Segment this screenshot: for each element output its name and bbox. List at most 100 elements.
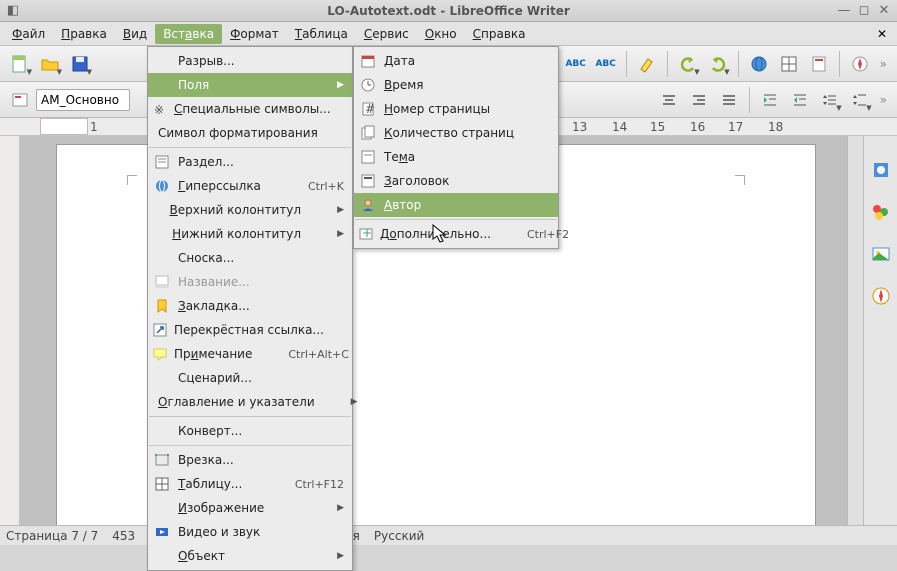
hyperlink-button[interactable] <box>745 50 773 78</box>
insert-item: Название... <box>148 270 352 294</box>
menu-item-label: Сноска... <box>178 251 344 265</box>
insert-item[interactable]: Оглавление и указатели▶ <box>148 390 352 414</box>
fields-item[interactable]: Тема <box>354 145 558 169</box>
menu-вид[interactable]: Вид <box>115 24 155 44</box>
more-icon: + <box>358 224 374 244</box>
blank-icon <box>152 368 172 388</box>
line-spacing-button[interactable]: ▼ <box>816 86 844 114</box>
menu-справка[interactable]: Справка <box>465 24 534 44</box>
menu-item-label: Видео и звук <box>178 525 344 539</box>
menu-вставка[interactable]: Вставка <box>155 24 222 44</box>
hyperlink-icon <box>152 176 172 196</box>
menu-формат[interactable]: Формат <box>222 24 287 44</box>
menu-таблица[interactable]: Таблица <box>287 24 356 44</box>
paragraph-style-input[interactable] <box>36 89 130 111</box>
insert-item[interactable]: Разрыв... <box>148 49 352 73</box>
insert-item[interactable]: Закладка... <box>148 294 352 318</box>
line-spacing2-button[interactable]: ▼ <box>846 86 874 114</box>
insert-item[interactable]: Перекрёстная ссылка... <box>148 318 352 342</box>
menu-файл[interactable]: Файл <box>4 24 53 44</box>
insert-item[interactable]: Изображение▶ <box>148 496 352 520</box>
table-icon <box>152 474 172 494</box>
fields-item[interactable]: Дата <box>354 49 558 73</box>
insert-item[interactable]: Объект▶ <box>148 544 352 568</box>
fields-item[interactable]: Заголовок <box>354 169 558 193</box>
ruler-tick: 13 <box>572 120 587 134</box>
menu-правка[interactable]: Правка <box>53 24 115 44</box>
insert-item[interactable]: Нижний колонтитул▶ <box>148 222 352 246</box>
section-icon <box>152 152 172 172</box>
crossref-icon <box>152 320 168 340</box>
save-button[interactable]: ▼ <box>66 50 94 78</box>
app-menu-icon[interactable]: ◧ <box>6 4 20 18</box>
insert-item[interactable]: Сноска... <box>148 246 352 270</box>
submenu-arrow-icon: ▶ <box>351 397 358 407</box>
insert-item[interactable]: Врезка... <box>148 448 352 472</box>
autospell-button[interactable]: ABC <box>592 50 620 78</box>
window-title: LO-Autotext.odt - LibreOffice Writer <box>86 4 811 18</box>
blank-icon <box>152 498 172 518</box>
titlebar: ◧ LO-Autotext.odt - LibreOffice Writer —… <box>0 0 897 22</box>
menu-item-label: Оглавление и указатели <box>158 395 345 409</box>
svg-text:#: # <box>365 102 375 116</box>
status-language: Русский <box>374 529 424 543</box>
vertical-ruler[interactable] <box>0 136 20 525</box>
align-right-button[interactable] <box>685 86 713 114</box>
properties-panel-icon[interactable] <box>867 156 895 184</box>
menu-item-label: Дополнительно... <box>380 227 521 241</box>
ruler-tick: 15 <box>650 120 665 134</box>
vertical-scrollbar[interactable] <box>847 136 863 525</box>
insert-item[interactable]: Верхний колонтитул▶ <box>148 198 352 222</box>
insert-item[interactable]: ПримечаниеCtrl+Alt+C <box>148 342 352 366</box>
align-justify-button[interactable] <box>715 86 743 114</box>
menu-item-label: Закладка... <box>178 299 344 313</box>
undo-button[interactable]: ▼ <box>674 50 702 78</box>
insert-item[interactable]: Раздел... <box>148 150 352 174</box>
blank-icon <box>152 421 172 441</box>
insert-item[interactable]: Поля▶ <box>148 73 352 97</box>
insert-item[interactable]: Символ форматирования▶ <box>148 121 352 145</box>
insert-item[interactable]: ※Специальные символы... <box>148 97 352 121</box>
separator <box>149 147 351 148</box>
spellcheck-button[interactable]: ABC <box>562 50 590 78</box>
title-icon <box>358 171 378 191</box>
indent-decrease-button[interactable] <box>786 86 814 114</box>
fields-item[interactable]: +Дополнительно...Ctrl+F2 <box>354 222 558 246</box>
insert-dropdown: Разрыв...Поля▶※Специальные символы...Сим… <box>147 46 353 571</box>
indent-increase-button[interactable] <box>756 86 784 114</box>
fields-item[interactable]: Автор <box>354 193 558 217</box>
redo-button[interactable]: ▼ <box>704 50 732 78</box>
styles-button[interactable] <box>6 86 34 114</box>
navigator-button[interactable] <box>805 50 833 78</box>
navigator-panel-icon[interactable] <box>867 282 895 310</box>
styles-panel-icon[interactable] <box>867 198 895 226</box>
menu-item-label: Номер страницы <box>384 102 550 116</box>
close-tab-icon[interactable]: ✕ <box>877 27 893 41</box>
menu-item-label: Сценарий... <box>178 371 344 385</box>
fields-item[interactable]: # Номер страницы <box>354 97 558 121</box>
menu-сервис[interactable]: Сервис <box>356 24 417 44</box>
status-page: Страница 7 / 7 <box>6 529 98 543</box>
insert-item[interactable]: ГиперссылкаCtrl+K <box>148 174 352 198</box>
sidebar <box>863 136 897 525</box>
insert-item[interactable]: Таблицу...Ctrl+F12 <box>148 472 352 496</box>
compass-button[interactable] <box>846 50 874 78</box>
open-button[interactable]: ▼ <box>36 50 64 78</box>
format-paint-button[interactable] <box>633 50 661 78</box>
insert-item[interactable]: Сценарий... <box>148 366 352 390</box>
menu-item-label: Объект <box>178 549 331 563</box>
time-icon <box>358 75 378 95</box>
minimize-button[interactable]: — <box>837 4 851 18</box>
subject-icon <box>358 147 378 167</box>
table-grid-button[interactable] <box>775 50 803 78</box>
menu-окно[interactable]: Окно <box>417 24 465 44</box>
insert-item[interactable]: Видео и звук <box>148 520 352 544</box>
fields-item[interactable]: Количество страниц <box>354 121 558 145</box>
insert-item[interactable]: Конверт... <box>148 419 352 443</box>
maximize-button[interactable]: ◻ <box>857 4 871 18</box>
align-center-button[interactable] <box>655 86 683 114</box>
close-button[interactable]: ✕ <box>877 4 891 18</box>
gallery-panel-icon[interactable] <box>867 240 895 268</box>
fields-item[interactable]: Время <box>354 73 558 97</box>
new-doc-button[interactable]: ▼ <box>6 50 34 78</box>
